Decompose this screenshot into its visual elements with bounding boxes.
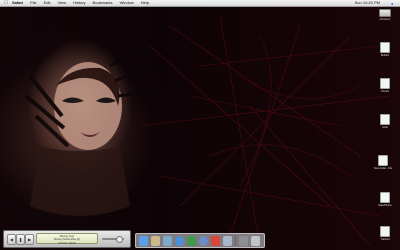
ichat-icon[interactable] — [187, 235, 196, 246]
menubar-clock[interactable]: Sun 10:20 PM — [355, 0, 380, 6]
menu-app-name[interactable]: Safari — [12, 0, 23, 6]
menu-file[interactable]: File — [30, 0, 36, 6]
wallpaper-graphic — [24, 15, 391, 247]
desktop-icon-file[interactable]: Build01 — [376, 42, 394, 57]
mail-icon[interactable] — [163, 235, 172, 246]
desktop-icon-label: mill-lorem — [379, 18, 391, 21]
menu-bookmarks[interactable]: Bookmarks — [93, 0, 113, 6]
system-prefs-icon[interactable] — [239, 235, 248, 246]
ical-icon[interactable] — [211, 235, 220, 246]
desktop-icon-file[interactable]: Trashed — [376, 226, 394, 241]
now-playing-display[interactable]: Moving Over Moving Swiss Miss (4) 0:03:4… — [36, 233, 98, 245]
desktop-icon-file[interactable]: NakePhotos — [376, 192, 394, 207]
desktop-icon-label: NakePhotos — [378, 204, 392, 207]
menu-window[interactable]: Window — [120, 0, 134, 6]
safari-icon[interactable] — [175, 235, 184, 246]
document-icon — [380, 78, 390, 89]
trash-icon[interactable] — [251, 235, 260, 246]
next-track-button[interactable]: ▶ — [25, 234, 34, 245]
itunes-icon[interactable] — [199, 235, 208, 246]
document-icon — [380, 114, 390, 125]
now-playing-time: 0:03:42 / 04:33 — [58, 241, 76, 245]
desktop-icon-label: New Audio - File — [374, 167, 393, 170]
hard-disk-icon — [379, 9, 391, 17]
menu-view[interactable]: View — [57, 0, 66, 6]
finder-icon[interactable] — [139, 235, 148, 246]
document-icon — [380, 192, 390, 203]
menu-edit[interactable]: Edit — [44, 0, 51, 6]
desktop-icon-disk[interactable]: mill-lorem — [376, 9, 394, 21]
preview-icon[interactable] — [223, 235, 232, 246]
desktop-icon-label: Trashed — [380, 238, 390, 241]
dock-separator — [235, 235, 236, 246]
menu-history[interactable]: History — [73, 0, 85, 6]
menu-bar:  Safari File Edit View History Bookmark… — [0, 0, 400, 7]
document-icon — [378, 155, 388, 166]
spotlight-icon[interactable]: ● — [391, 1, 396, 6]
desktop-icon-file[interactable]: wxdir — [376, 114, 394, 129]
apple-menu-icon[interactable]:  — [4, 0, 9, 6]
itunes-mini-player: ◀ ❚ ▶ Moving Over Moving Swiss Miss (4) … — [3, 230, 131, 248]
menu-help[interactable]: Help — [141, 0, 149, 6]
volume-knob[interactable] — [116, 236, 123, 243]
document-icon — [380, 226, 390, 237]
play-pause-button[interactable]: ❚ — [16, 234, 25, 245]
desktop-wallpaper — [0, 6, 400, 250]
desktop-icon-file[interactable]: Visuals — [376, 78, 394, 93]
previous-track-button[interactable]: ◀ — [7, 234, 16, 245]
volume-slider[interactable] — [102, 236, 124, 243]
address-book-icon[interactable] — [151, 235, 160, 246]
desktop-icon-label: Build01 — [380, 54, 390, 57]
document-icon — [380, 42, 390, 53]
desktop-icon-label: wxdir — [382, 126, 388, 129]
desktop-icon-file[interactable]: New Audio - File — [374, 155, 392, 170]
dock — [135, 233, 265, 248]
desktop-icon-label: Visuals — [380, 90, 389, 93]
